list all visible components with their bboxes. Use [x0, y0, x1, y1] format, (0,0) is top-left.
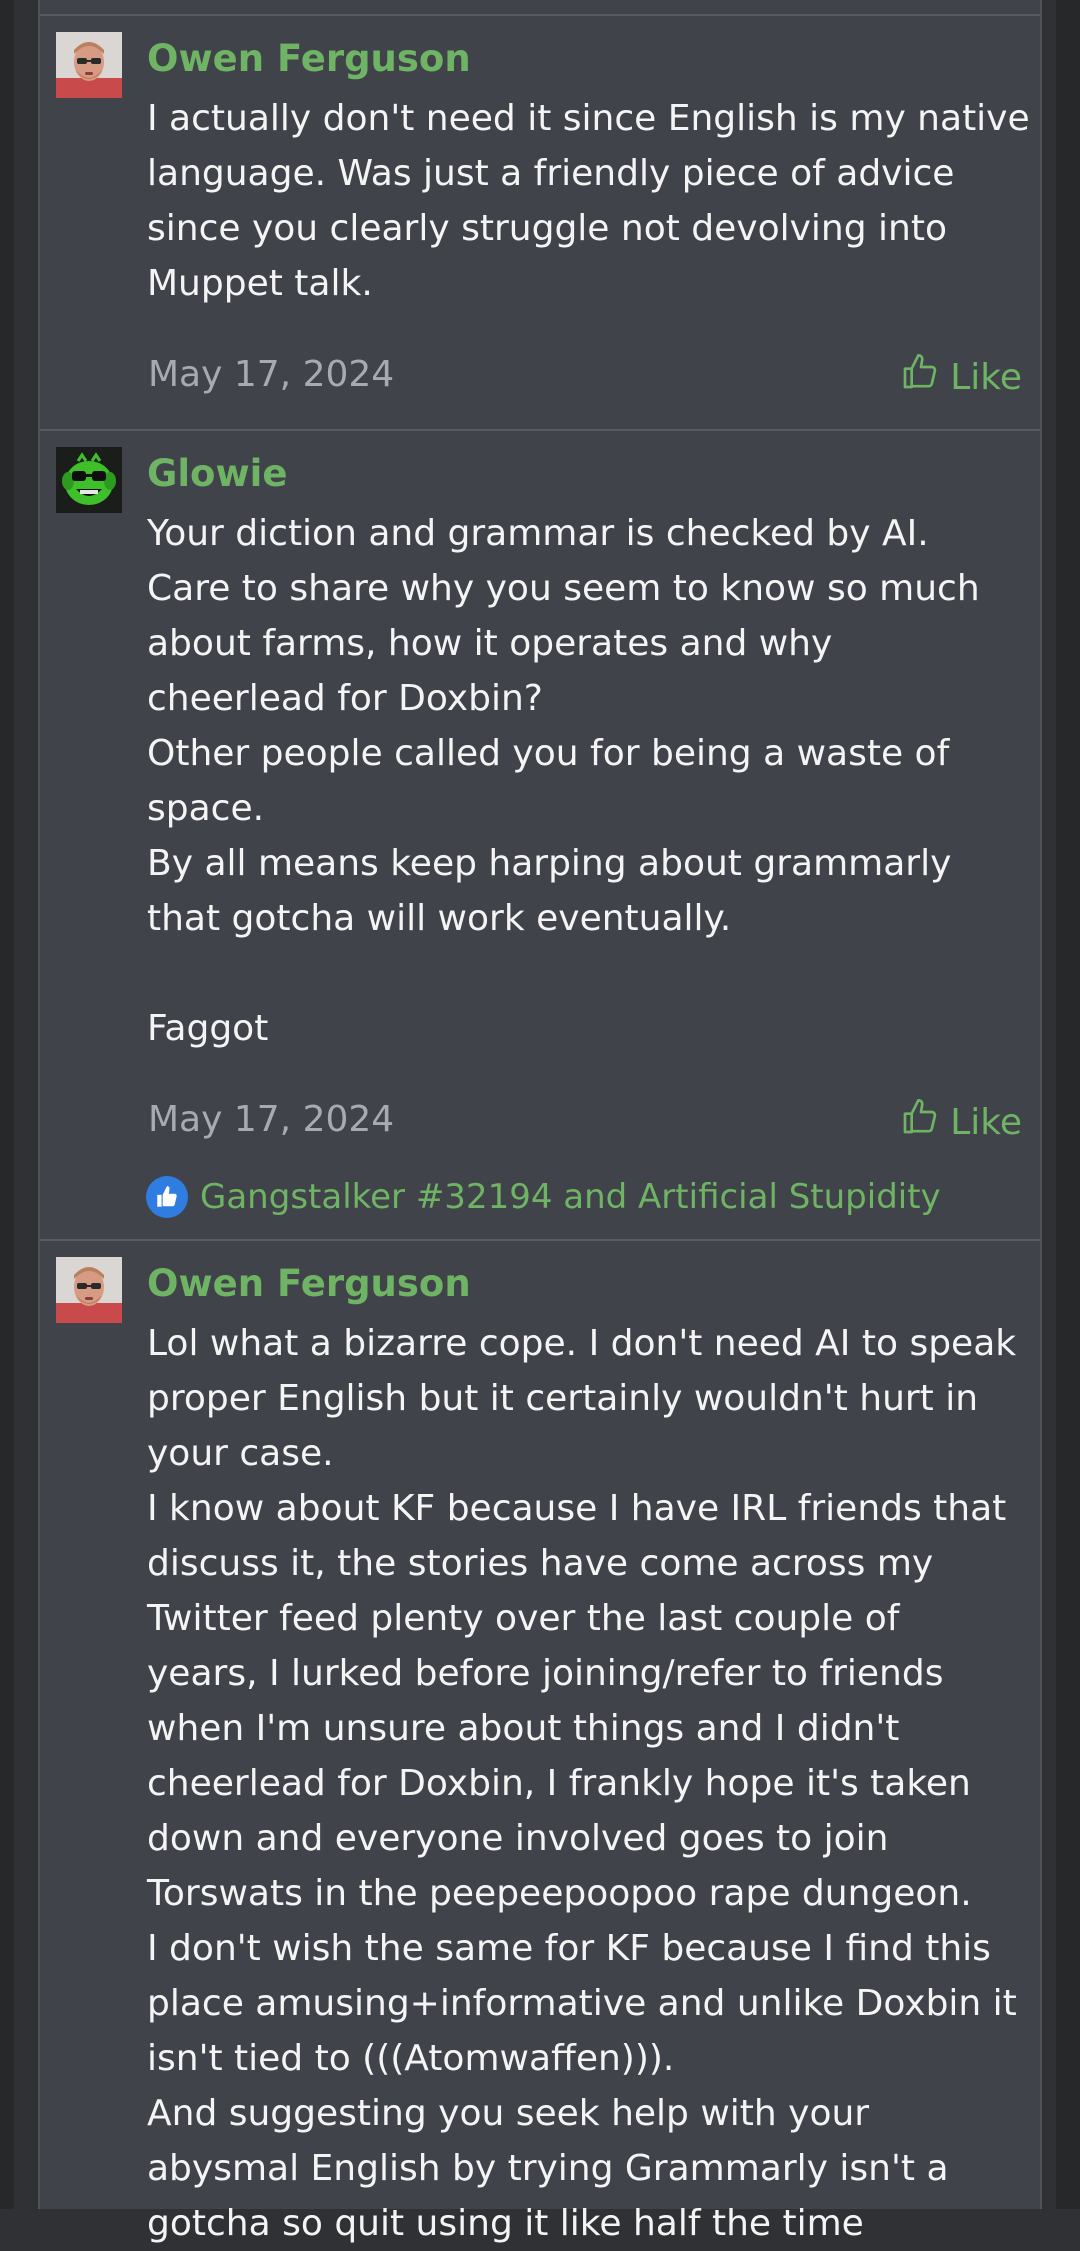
message-line: Other people called you for being a wast… — [147, 733, 950, 774]
message-body: Your diction and grammar is checked by A… — [147, 506, 1020, 1056]
message-line: place amusing+informative and unlike Dox… — [147, 1983, 1017, 2024]
message-line: And suggesting you seek help with your — [147, 2093, 870, 2134]
divider — [40, 14, 1040, 16]
avatar-owen-ferguson[interactable] — [56, 1257, 122, 1323]
message-line: gotcha so quit using it like half the ti… — [147, 2203, 864, 2244]
message-line — [147, 946, 1020, 1001]
message-line: when I'm unsure about things and I didn'… — [147, 1708, 900, 1749]
message-line: cheerlead for Doxbin? — [147, 678, 543, 719]
message-line: since you clearly struggle not devolving… — [147, 208, 947, 249]
left-rail — [0, 0, 14, 2209]
message-line: proper English but it certainly wouldn't… — [147, 1378, 979, 1419]
message-line: years, I lurked before joining/refer to … — [147, 1653, 944, 1694]
message-line: Faggot — [147, 1008, 269, 1049]
reactions-bar[interactable]: Gangstalker #32194 and Artificial Stupid… — [146, 1175, 941, 1219]
message-line: cheerlead for Doxbin, I frankly hope it'… — [147, 1763, 971, 1804]
like-button[interactable]: Like — [900, 352, 1022, 404]
thread-container: Owen Ferguson I actually don't need it s… — [38, 0, 1042, 2244]
divider — [40, 429, 1040, 431]
message-line: discuss it, the stories have come across… — [147, 1543, 934, 1584]
divider — [40, 1239, 1040, 1241]
message-line: I know about KF because I have IRL frien… — [147, 1488, 1007, 1529]
message-line: your case. — [147, 1433, 334, 1474]
message-line: language. Was just a friendly piece of a… — [147, 153, 955, 194]
message-line: I actually don't need it since English i… — [147, 98, 1030, 139]
author-name[interactable]: Owen Ferguson — [147, 36, 471, 82]
avatar-glowie[interactable] — [56, 447, 122, 513]
forum-page: Owen Ferguson I actually don't need it s… — [0, 0, 1080, 2244]
message-line: Torswats in the peepeepoopoo rape dungeo… — [147, 1873, 972, 1914]
message-body: Lol what a bizarre cope. I don't need AI… — [147, 1316, 1020, 2251]
message-line: down and everyone involved goes to join — [147, 1818, 889, 1859]
avatar-owen-ferguson[interactable] — [56, 32, 122, 98]
like-label: Like — [950, 1102, 1022, 1143]
like-label: Like — [950, 357, 1022, 398]
message-line: that gotcha will work eventually. — [147, 898, 732, 939]
message-line: Muppet talk. — [147, 263, 373, 304]
message-line: isn't tied to (((Atomwaffen))). — [147, 2038, 675, 2079]
message-line: about farms, how it operates and why — [147, 623, 833, 664]
message-body: I actually don't need it since English i… — [147, 91, 1030, 311]
author-name[interactable]: Glowie — [147, 451, 287, 497]
message-line: Lol what a bizarre cope. I don't need AI… — [147, 1323, 1017, 1364]
reactions-list[interactable]: Gangstalker #32194 and Artificial Stupid… — [200, 1175, 941, 1219]
message-line: Your diction and grammar is checked by A… — [147, 513, 929, 554]
message-line: abysmal English by trying Grammarly isn'… — [147, 2148, 949, 2189]
thumbs-up-icon — [900, 352, 940, 404]
like-reaction-icon — [146, 1176, 188, 1218]
message-line: By all means keep harping about grammarl… — [147, 843, 952, 884]
author-name[interactable]: Owen Ferguson — [147, 1261, 471, 1307]
message-line: Twitter feed plenty over the last couple… — [147, 1598, 900, 1639]
message-line: Care to share why you seem to know so mu… — [147, 568, 980, 609]
right-rail — [1056, 0, 1080, 2209]
post-date[interactable]: May 17, 2024 — [148, 1097, 394, 1143]
message-line: I don't wish the same for KF because I f… — [147, 1928, 991, 1969]
like-button[interactable]: Like — [900, 1097, 1022, 1149]
message-line: space. — [147, 788, 265, 829]
thumbs-up-icon — [900, 1097, 940, 1149]
post-date[interactable]: May 17, 2024 — [148, 352, 394, 398]
